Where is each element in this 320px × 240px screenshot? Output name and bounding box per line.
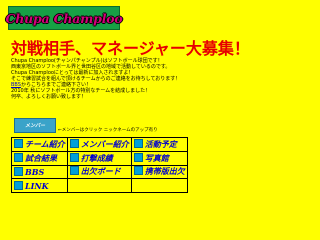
nav-label: BBS: [25, 166, 45, 177]
nav-empty-cell: [131, 179, 187, 192]
square-bullet-icon: [14, 166, 23, 176]
member-caption: ←メンバーはクリック ニックネームのアップ有り: [58, 128, 158, 133]
nav-batting-stats[interactable]: 打撃成績: [67, 151, 131, 165]
square-bullet-icon: [14, 180, 23, 190]
navigation-table: チーム紹介 メンバー紹介 活動予定 試合結果 打撃成績 写真館 BBS 出欠ボー…: [11, 137, 188, 193]
square-bullet-icon: [14, 138, 23, 148]
nav-attendance-board[interactable]: 出欠ボード: [67, 165, 131, 179]
nav-label: 携帯版出欠: [144, 166, 185, 177]
nav-team-intro[interactable]: チーム紹介: [12, 138, 67, 151]
square-bullet-icon: [14, 152, 23, 162]
nav-schedule[interactable]: 活動予定: [131, 138, 187, 151]
nav-photo-gallery[interactable]: 写真館: [131, 151, 187, 165]
site-logo-text: Chupa Champloo: [5, 10, 123, 26]
nav-label: メンバー紹介: [80, 138, 129, 149]
square-bullet-icon: [133, 166, 143, 176]
member-button[interactable]: メンバー: [14, 118, 56, 133]
nav-label: 試合結果: [25, 152, 57, 163]
nav-label: 活動予定: [144, 138, 177, 149]
nav-label: LINK: [25, 180, 49, 191]
nav-label: 打撃成績: [80, 152, 113, 163]
square-bullet-icon: [133, 138, 143, 148]
nav-label: チーム紹介: [25, 138, 65, 149]
nav-member-intro[interactable]: メンバー紹介: [67, 138, 131, 151]
square-bullet-icon: [69, 138, 79, 148]
square-bullet-icon: [69, 166, 79, 176]
nav-game-results[interactable]: 試合結果: [12, 151, 67, 165]
square-bullet-icon: [69, 152, 79, 162]
nav-label: 出欠ボード: [80, 166, 121, 177]
recruitment-headline: 対戦相手、マネージャー大募集！: [11, 39, 250, 58]
site-logo-banner[interactable]: Chupa Champloo: [5, 6, 123, 30]
nav-label: 写真館: [144, 152, 169, 163]
intro-text: Chupa Champloo(チャンパチャンプル)はソフトボール球団です！ 西東…: [11, 58, 311, 100]
nav-bbs[interactable]: BBS: [12, 165, 67, 179]
square-bullet-icon: [133, 152, 143, 162]
intro-line: 何卒、よろしくお願い致します！: [11, 94, 87, 100]
nav-mobile-attendance[interactable]: 携帯版出欠: [131, 165, 187, 179]
nav-link[interactable]: LINK: [12, 179, 67, 192]
nav-empty-cell: [67, 179, 131, 192]
